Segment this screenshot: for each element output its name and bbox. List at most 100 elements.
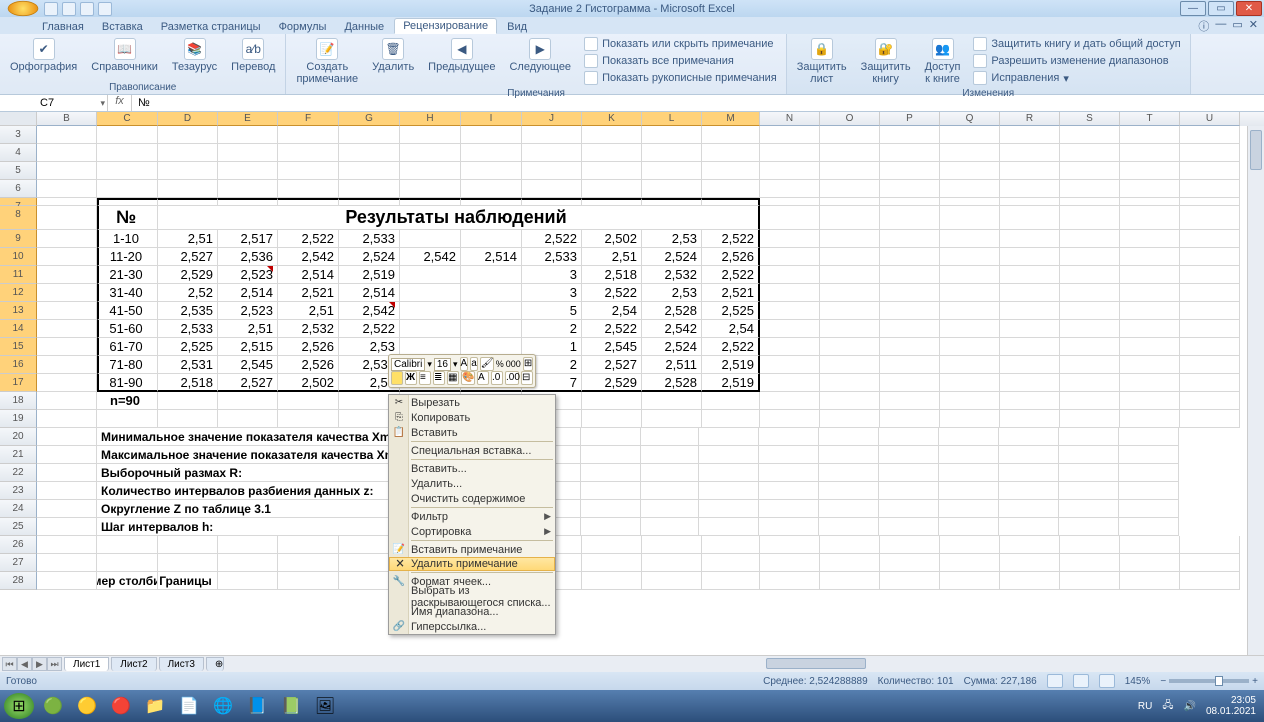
name-box[interactable]: C7▾ bbox=[0, 95, 108, 111]
cell-F[interactable] bbox=[278, 392, 339, 410]
cell-G11[interactable]: 2,519 bbox=[339, 266, 400, 284]
cell-R[interactable] bbox=[939, 446, 999, 464]
stat-label-25[interactable]: Шаг интервалов h: bbox=[97, 518, 400, 536]
cell-P[interactable] bbox=[819, 500, 879, 518]
cell-S[interactable] bbox=[1060, 554, 1120, 572]
cell-T[interactable] bbox=[1120, 356, 1180, 374]
prev-comment-button[interactable]: ◀Предыдущее bbox=[424, 36, 499, 75]
cell-H[interactable] bbox=[400, 162, 461, 180]
increase-decimal-icon[interactable]: .00 bbox=[505, 371, 519, 385]
cell-P[interactable] bbox=[880, 374, 940, 392]
row-header-27[interactable]: 27 bbox=[0, 554, 37, 572]
row-header-5[interactable]: 5 bbox=[0, 162, 37, 180]
cell-N[interactable] bbox=[760, 572, 820, 590]
cell-R[interactable] bbox=[1000, 284, 1060, 302]
cell-F15[interactable]: 2,526 bbox=[278, 338, 339, 356]
cell-T[interactable] bbox=[1120, 320, 1180, 338]
cell-N[interactable] bbox=[760, 144, 820, 162]
cell-N[interactable] bbox=[699, 446, 759, 464]
cell-F16[interactable]: 2,526 bbox=[278, 356, 339, 374]
cell-T[interactable] bbox=[1059, 482, 1119, 500]
cell-G[interactable] bbox=[339, 180, 400, 198]
cell-C[interactable] bbox=[97, 198, 158, 206]
allow-edit-ranges-button[interactable]: Разрешить изменение диапазонов bbox=[970, 53, 1183, 69]
cell-C[interactable]: 41-50 bbox=[97, 302, 158, 320]
cell-Q[interactable] bbox=[940, 338, 1000, 356]
cell-N[interactable] bbox=[699, 428, 759, 446]
cell-P[interactable] bbox=[880, 554, 940, 572]
close-button[interactable]: ✕ bbox=[1236, 1, 1262, 16]
cell-Q[interactable] bbox=[879, 482, 939, 500]
ctx-Вставить примечание[interactable]: 📝Вставить примечание bbox=[389, 542, 555, 557]
cell-R[interactable] bbox=[1000, 554, 1060, 572]
cell-T[interactable] bbox=[1059, 428, 1119, 446]
col-header-O[interactable]: O bbox=[820, 112, 880, 126]
cell-N[interactable] bbox=[760, 374, 820, 392]
cell-R[interactable] bbox=[1000, 144, 1060, 162]
cell-Q[interactable] bbox=[879, 428, 939, 446]
cell-O[interactable] bbox=[759, 428, 819, 446]
mdi-minimize[interactable]: — bbox=[1215, 18, 1226, 34]
ctx-Вырезать[interactable]: ✂Вырезать bbox=[389, 395, 555, 410]
cell-S[interactable] bbox=[1060, 198, 1120, 206]
cell-B[interactable] bbox=[37, 410, 97, 428]
sheet-grid[interactable]: BCDEFGHIJKLMNOPQRSTU 345678№Результаты н… bbox=[0, 112, 1264, 655]
cell-M[interactable] bbox=[702, 198, 760, 206]
cell-U[interactable] bbox=[1119, 446, 1179, 464]
cell-E[interactable] bbox=[218, 572, 278, 590]
sheet-tab-3[interactable]: Лист3 bbox=[159, 657, 204, 671]
cell-O[interactable] bbox=[820, 554, 880, 572]
cell-M14[interactable]: 2,54 bbox=[702, 320, 760, 338]
cell-I[interactable] bbox=[461, 180, 522, 198]
cell-B[interactable] bbox=[37, 518, 97, 536]
cell-U[interactable] bbox=[1180, 554, 1240, 572]
cell-K16[interactable]: 2,527 bbox=[582, 356, 642, 374]
row-header-21[interactable]: 21 bbox=[0, 446, 37, 464]
cell-T[interactable] bbox=[1059, 446, 1119, 464]
cell-P[interactable] bbox=[880, 144, 940, 162]
cell-F[interactable] bbox=[278, 126, 339, 144]
cell-L[interactable] bbox=[581, 446, 641, 464]
cell-Q[interactable] bbox=[940, 554, 1000, 572]
cell-B[interactable] bbox=[37, 500, 97, 518]
cell-R[interactable] bbox=[939, 500, 999, 518]
qat-save-icon[interactable] bbox=[44, 2, 58, 16]
cell-G13[interactable]: 2,542 bbox=[339, 302, 400, 320]
sheet-nav-next[interactable]: ▶ bbox=[32, 657, 47, 671]
cell-F9[interactable]: 2,522 bbox=[278, 230, 339, 248]
cell-N[interactable] bbox=[760, 302, 820, 320]
ctx-Имя диапазона...[interactable]: Имя диапазона... bbox=[389, 604, 555, 619]
cell-C[interactable]: 71-80 bbox=[97, 356, 158, 374]
cell-F[interactable] bbox=[278, 410, 339, 428]
cell-L[interactable] bbox=[642, 162, 702, 180]
cell-O[interactable] bbox=[820, 374, 880, 392]
cell-U[interactable] bbox=[1180, 356, 1240, 374]
col-header-E[interactable]: E bbox=[218, 112, 278, 126]
cell-Q[interactable] bbox=[940, 392, 1000, 410]
cell-Q[interactable] bbox=[940, 266, 1000, 284]
cell-P[interactable] bbox=[880, 302, 940, 320]
cell-U[interactable] bbox=[1119, 428, 1179, 446]
cell-L[interactable] bbox=[642, 536, 702, 554]
cell-N[interactable] bbox=[760, 356, 820, 374]
vertical-scrollbar[interactable] bbox=[1247, 126, 1264, 655]
cell-L12[interactable]: 2,53 bbox=[642, 284, 702, 302]
cell-E12[interactable]: 2,514 bbox=[218, 284, 278, 302]
cell-U[interactable] bbox=[1119, 500, 1179, 518]
cell-U[interactable] bbox=[1180, 206, 1240, 230]
cell-Q[interactable] bbox=[940, 180, 1000, 198]
help-icon[interactable]: ⓘ bbox=[1198, 18, 1209, 34]
cell-U[interactable] bbox=[1180, 230, 1240, 248]
cell-R[interactable] bbox=[1000, 572, 1060, 590]
cell-U[interactable] bbox=[1180, 302, 1240, 320]
col-header-M[interactable]: M bbox=[702, 112, 760, 126]
cell-P[interactable] bbox=[880, 392, 940, 410]
cell-P[interactable] bbox=[819, 464, 879, 482]
col-header-granitsy[interactable]: Границы bbox=[158, 572, 218, 590]
cell-D[interactable] bbox=[158, 536, 218, 554]
cell-B[interactable] bbox=[37, 320, 97, 338]
col-header-B[interactable]: B bbox=[37, 112, 97, 126]
row-header-4[interactable]: 4 bbox=[0, 144, 37, 162]
cell-U[interactable] bbox=[1180, 392, 1240, 410]
cell-K[interactable] bbox=[582, 180, 642, 198]
